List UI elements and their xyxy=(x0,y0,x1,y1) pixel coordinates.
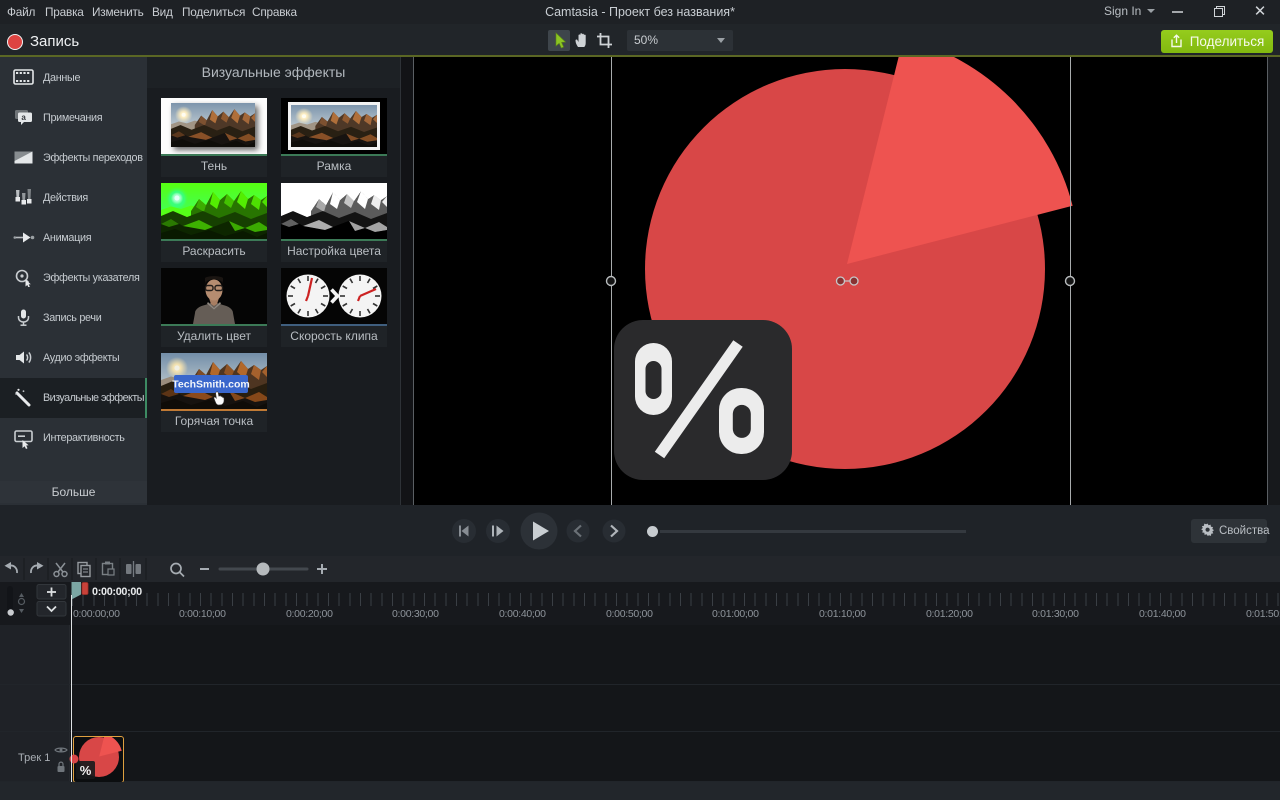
svg-text:%: % xyxy=(80,763,92,778)
svg-text:TechSmith.com: TechSmith.com xyxy=(172,379,249,391)
